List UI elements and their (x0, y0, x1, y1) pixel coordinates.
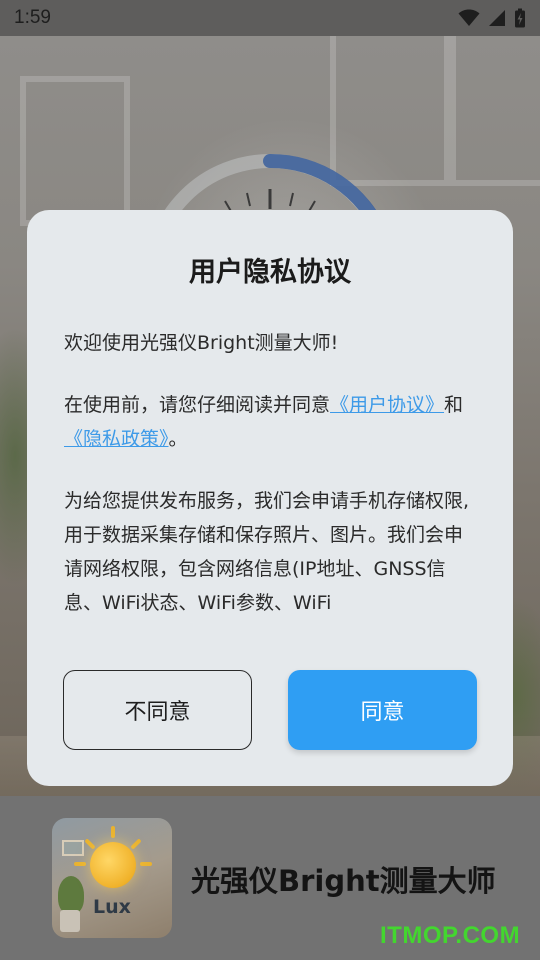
sun-ray (130, 838, 142, 850)
app-icon-label: Lux (93, 896, 131, 918)
window-frame (450, 36, 540, 186)
wifi-icon (458, 9, 480, 26)
disagree-button[interactable]: 不同意 (63, 670, 252, 750)
status-time: 1:59 (14, 7, 51, 28)
app-name: 光强仪Bright测量大师 (191, 864, 496, 898)
privacy-policy-link[interactable]: 《隐私政策》 (64, 428, 169, 450)
user-agreement-link[interactable]: 《用户协议》 (330, 394, 444, 416)
brand-bar: Lux 光强仪Bright测量大师 ITMOP.COM (0, 796, 540, 960)
dialog-title: 用户隐私协议 (189, 257, 351, 288)
status-bar: 1:59 (0, 0, 540, 36)
sun-ray (140, 862, 152, 866)
permissions-text: 为给您提供发布服务，我们会申请手机存储权限, 用于数据采集存储和保存照片、图片。… (64, 490, 470, 614)
picture-frame-icon (62, 840, 84, 856)
dialog-body[interactable]: 欢迎使用光强仪Bright测量大师! 在使用前，请您仔细阅读并同意《用户协议》和… (64, 326, 480, 630)
privacy-dialog: 用户隐私协议 欢迎使用光强仪Bright测量大师! 在使用前，请您仔细阅读并同意… (27, 210, 513, 786)
and-text: 和 (444, 394, 464, 416)
battery-charging-icon (515, 8, 525, 28)
sun-icon (90, 842, 136, 888)
sun-ray (111, 826, 115, 838)
sun-ray (84, 838, 96, 850)
consent-text: 在使用前，请您仔细阅读并同意《用户协议》和《隐私政策》。 (64, 388, 480, 456)
sun-ray (74, 862, 86, 866)
app-icon: Lux (52, 818, 172, 938)
consent-prefix: 在使用前，请您仔细阅读并同意 (64, 394, 331, 416)
status-icons (458, 8, 526, 28)
consent-period: 。 (168, 428, 188, 450)
welcome-text: 欢迎使用光强仪Bright测量大师! (64, 332, 339, 354)
cell-signal-icon (489, 10, 505, 26)
watermark: ITMOP.COM (380, 922, 521, 949)
window-frame (20, 76, 130, 226)
agree-button[interactable]: 同意 (288, 670, 477, 750)
